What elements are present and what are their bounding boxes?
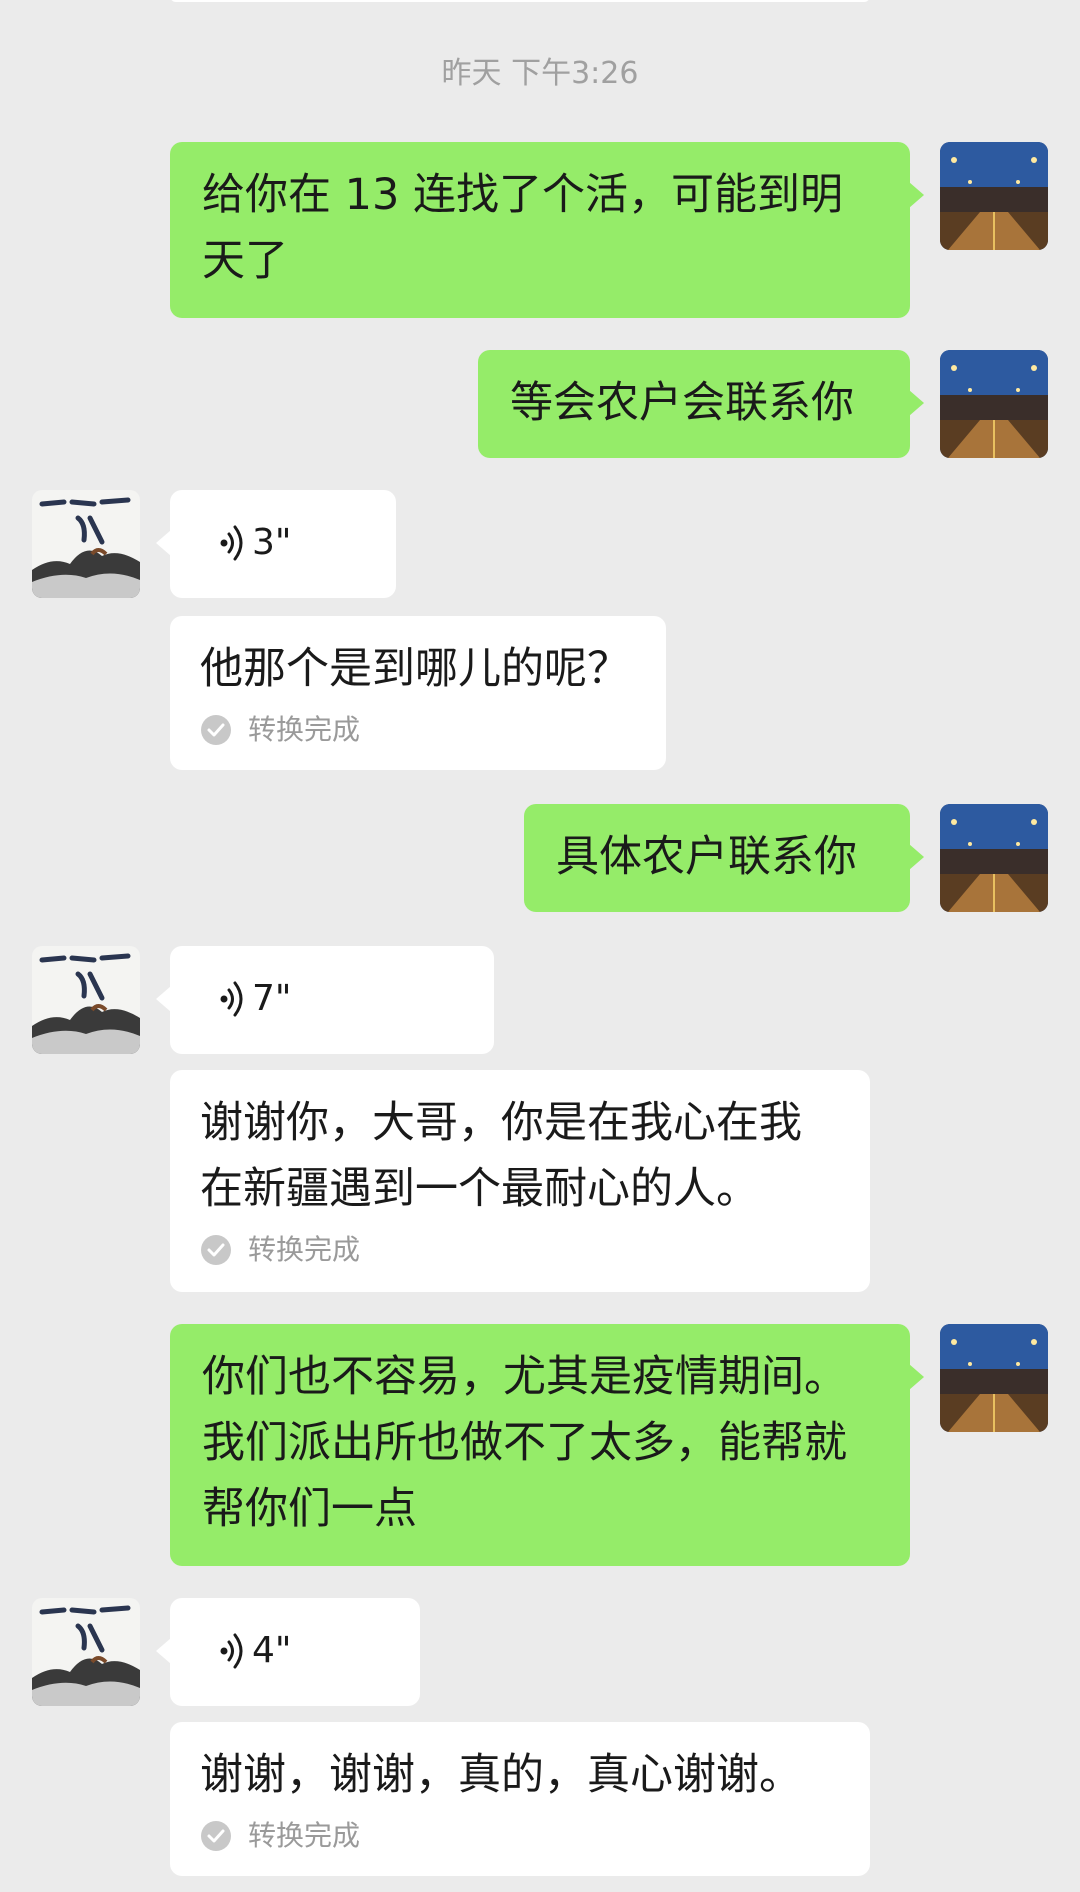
night-road-avatar-image <box>940 350 1048 458</box>
contact-avatar[interactable] <box>32 946 140 1054</box>
transcription-bubble[interactable]: 谢谢你，大哥，你是在我心在我在新疆遇到一个最耐心的人。 转换完成 <box>170 1070 870 1292</box>
message-text: 具体农户联系你 <box>556 832 857 882</box>
ink-landscape-avatar-image <box>32 946 140 1054</box>
transcription-text: 谢谢你，大哥，你是在我心在我在新疆遇到一个最耐心的人。 <box>200 1098 802 1214</box>
check-circle-icon <box>201 1235 231 1265</box>
contact-avatar[interactable] <box>32 490 140 598</box>
previous-message-edge <box>170 0 870 2</box>
night-road-avatar-image <box>940 804 1048 912</box>
contact-avatar[interactable] <box>32 1598 140 1706</box>
voice-message-bubble[interactable]: 7" <box>156 946 494 1054</box>
check-circle-icon <box>201 1821 231 1851</box>
ink-landscape-avatar-image <box>32 490 140 598</box>
check-circle-icon <box>201 715 231 745</box>
voice-message-bubble[interactable]: 3" <box>156 490 396 598</box>
voice-duration: 4" <box>252 1630 292 1671</box>
transcription-bubble[interactable]: 谢谢，谢谢，真的，真心谢谢。 转换完成 <box>170 1722 870 1876</box>
voice-message-bubble[interactable]: 4" <box>156 1598 420 1706</box>
chat-timestamp: 昨天 下午3:26 <box>441 56 639 91</box>
night-road-avatar-image <box>940 142 1048 250</box>
voice-duration: 3" <box>252 522 292 563</box>
sent-message-bubble[interactable]: 具体农户联系你 <box>524 804 924 912</box>
message-text: 等会农户会联系你 <box>510 378 854 428</box>
transcription-text: 他那个是到哪儿的呢？ <box>200 644 630 694</box>
sent-message-bubble[interactable]: 等会农户会联系你 <box>478 350 924 458</box>
my-avatar[interactable] <box>940 142 1048 250</box>
voice-duration: 7" <box>252 978 292 1019</box>
voice-wave-icon <box>220 1633 243 1669</box>
night-road-avatar-image <box>940 1324 1048 1432</box>
transcription-status: 转换完成 <box>248 713 361 746</box>
transcription-status: 转换完成 <box>248 1233 361 1266</box>
sent-message-bubble[interactable]: 给你在 13 连找了个活，可能到明天了 <box>170 142 924 318</box>
transcription-text: 谢谢，谢谢，真的，真心谢谢。 <box>200 1750 802 1800</box>
voice-wave-icon <box>220 525 243 561</box>
my-avatar[interactable] <box>940 1324 1048 1432</box>
ink-landscape-avatar-image <box>32 1598 140 1706</box>
sent-message-bubble[interactable]: 你们也不容易，尤其是疫情期间。我们派出所也做不了太多，能帮就帮你们一点 <box>170 1324 924 1566</box>
message-text: 给你在 13 连找了个活，可能到明天了 <box>202 170 844 286</box>
transcription-status: 转换完成 <box>248 1819 361 1852</box>
transcription-bubble[interactable]: 他那个是到哪儿的呢？ 转换完成 <box>170 616 666 770</box>
voice-wave-icon <box>220 981 243 1017</box>
my-avatar[interactable] <box>940 350 1048 458</box>
message-text: 你们也不容易，尤其是疫情期间。我们派出所也做不了太多，能帮就帮你们一点 <box>202 1352 847 1534</box>
my-avatar[interactable] <box>940 804 1048 912</box>
